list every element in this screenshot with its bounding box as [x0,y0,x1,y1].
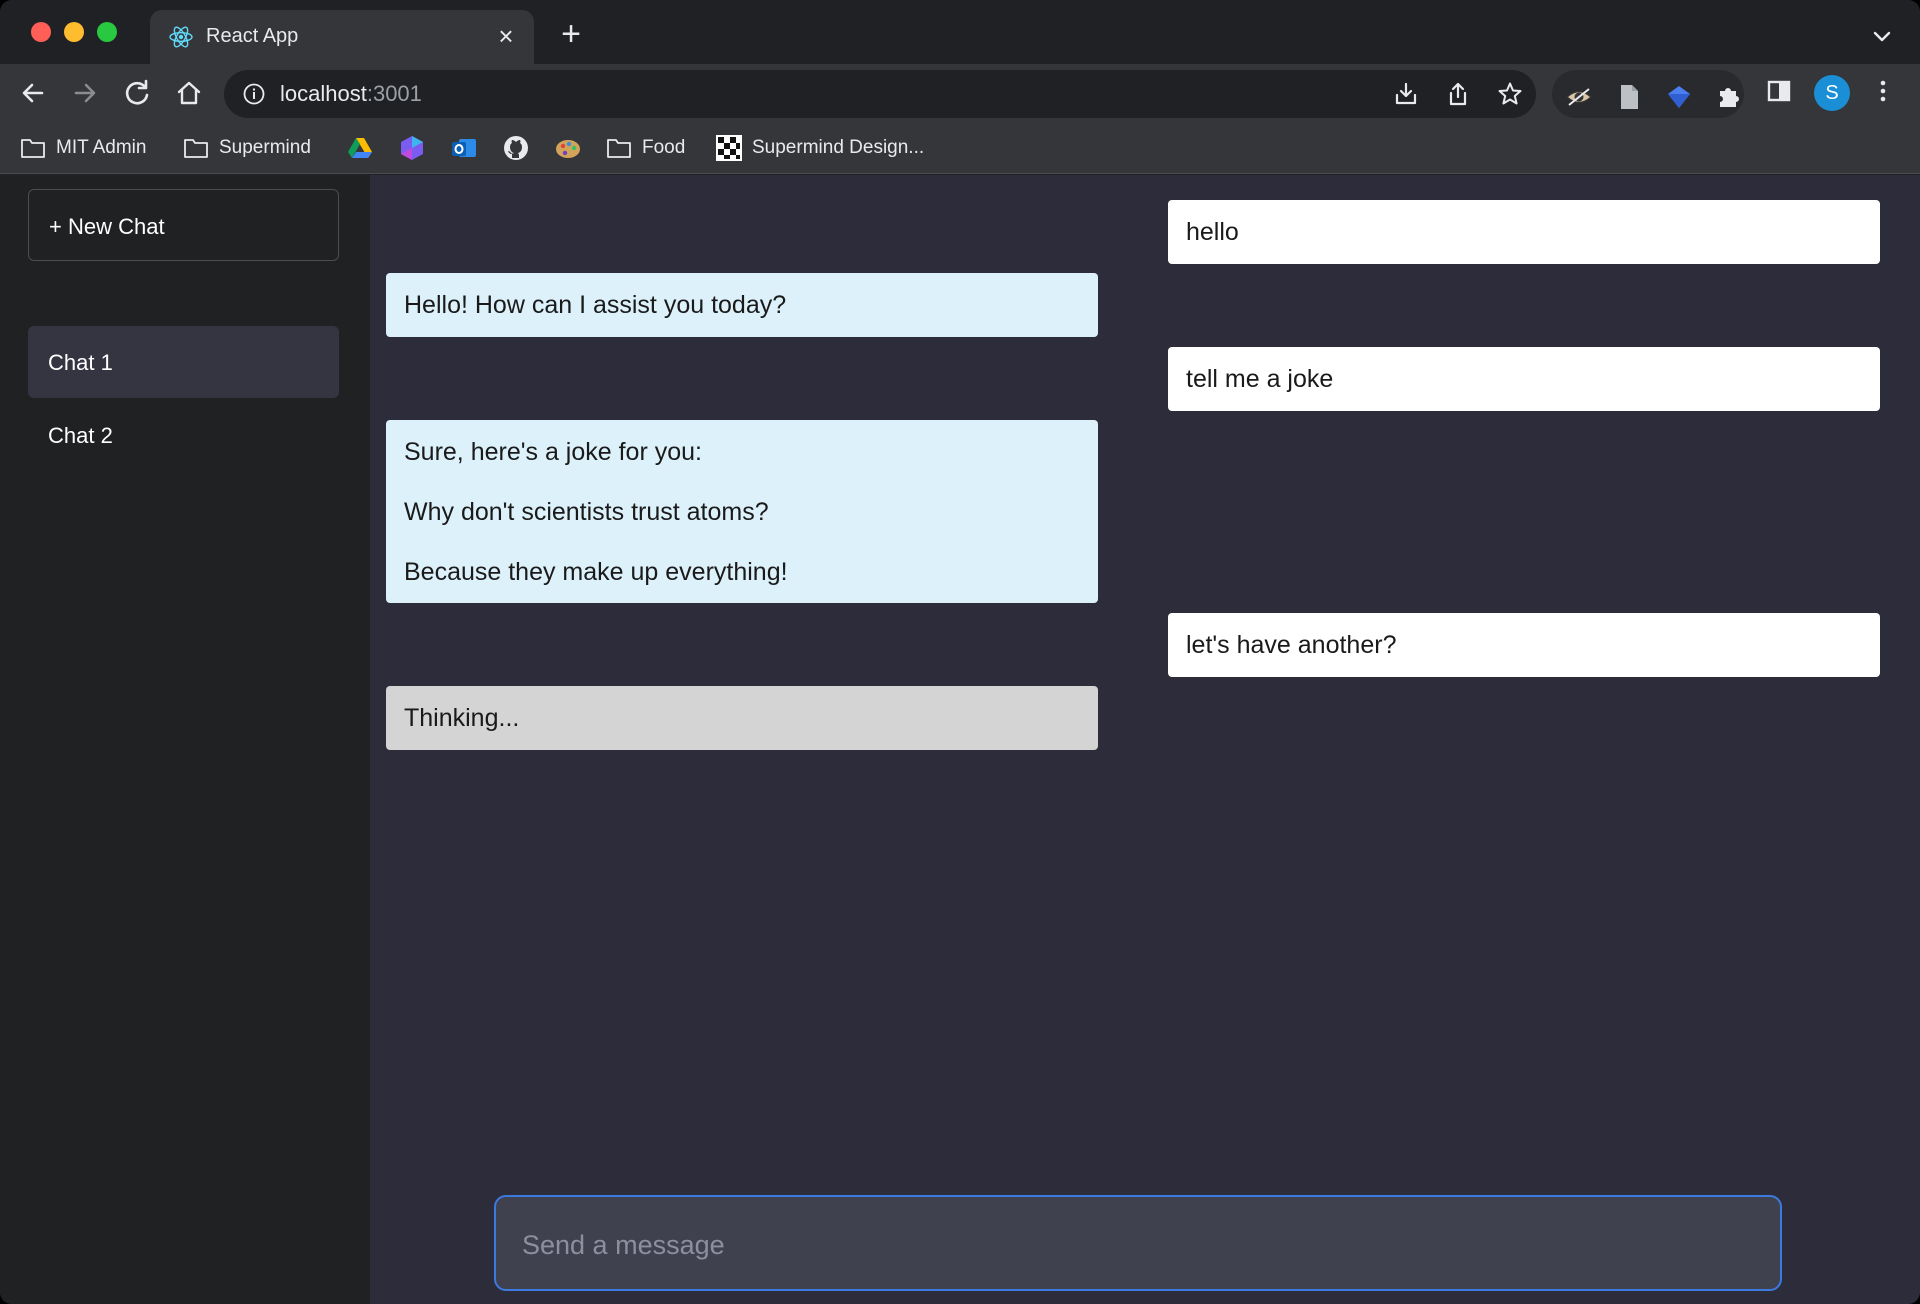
more-menu-icon[interactable] [1868,76,1898,106]
hexagon-app-icon[interactable] [398,134,426,162]
install-app-icon[interactable] [1392,80,1420,108]
url-text: localhost:3001 [280,81,422,106]
folder-icon [607,139,631,158]
chevron-down-icon[interactable] [1868,22,1896,50]
sidebar-item-chat-1[interactable]: Chat 1 [28,326,339,398]
bookmark-food[interactable]: Food [606,132,685,164]
message-text: Because they make up everything! [404,558,788,586]
message-text: Thinking... [404,704,520,732]
google-drive-icon[interactable] [346,134,374,162]
github-icon[interactable] [502,134,530,162]
bookmarks-bar: MIT Admin Supermind Food Supermind Desig… [0,122,1920,174]
browser-window: React App × + localhost:3001 S MIT Admin… [0,0,1920,1304]
chat-app: + New Chat Chat 1 Chat 2 hello Hello! Ho… [0,175,1920,1304]
message-text: tell me a joke [1186,365,1334,393]
back-arrow-icon[interactable] [16,76,50,110]
chat-main: hello Hello! How can I assist you today?… [370,175,1920,1304]
address-bar[interactable]: localhost:3001 [224,70,1536,118]
bookmark-supermind-design[interactable]: Supermind Design... [716,132,924,164]
site-info-icon[interactable] [242,82,266,106]
message-text: Why don't scientists trust atoms? [404,498,769,526]
reload-icon[interactable] [120,76,154,110]
message-text: Hello! How can I assist you today? [404,291,787,319]
thinking-indicator: Thinking... [386,686,1098,750]
tab-title: React App [206,25,299,47]
palette-icon[interactable] [554,134,582,162]
message-input[interactable] [522,1225,1752,1265]
document-extension-icon[interactable] [1614,82,1644,112]
browser-toolbar: localhost:3001 S [0,64,1920,122]
profile-avatar[interactable]: S [1814,75,1850,111]
message-text: let's have another? [1186,631,1397,659]
message-composer [494,1195,1782,1291]
bookmark-star-icon[interactable] [1496,80,1524,108]
bookmark-mit-admin[interactable]: MIT Admin [20,132,146,164]
diamond-extension-icon[interactable] [1664,82,1694,112]
folder-icon [21,139,45,158]
share-icon[interactable] [1444,80,1472,108]
new-tab-button[interactable]: + [554,17,588,52]
sidebar-item-chat-2[interactable]: Chat 2 [28,399,339,471]
message-text: Sure, here's a joke for you: [404,438,702,466]
forward-arrow-icon[interactable] [68,76,102,110]
user-message: tell me a joke [1168,347,1880,411]
puzzle-extensions-icon[interactable] [1714,82,1744,112]
close-window-button[interactable] [31,22,51,42]
user-message: let's have another? [1168,613,1880,677]
grid-logo-icon [716,135,742,161]
maximize-window-button[interactable] [97,22,117,42]
folder-icon [184,139,208,158]
minimize-window-button[interactable] [64,22,84,42]
home-icon[interactable] [172,76,206,110]
react-logo-icon [169,26,193,48]
chat-sidebar: + New Chat Chat 1 Chat 2 [0,175,370,1304]
close-tab-icon[interactable]: × [492,22,520,50]
assistant-message: Sure, here's a joke for you: Why don't s… [386,420,1098,603]
side-panel-icon[interactable] [1764,76,1794,106]
bookmark-label: MIT Admin [56,137,147,158]
new-chat-button[interactable]: + New Chat [28,189,339,261]
outlook-icon[interactable] [450,134,478,162]
message-text: hello [1186,218,1239,246]
extensions-group [1552,70,1744,118]
tab-strip: React App × + [0,0,1920,64]
assistant-message: Hello! How can I assist you today? [386,273,1098,337]
tab-react-app[interactable]: React App × [150,10,534,64]
bookmark-label: Supermind [219,137,311,158]
eye-extension-icon[interactable] [1564,82,1594,112]
bookmark-label: Supermind Design... [752,137,925,158]
user-message: hello [1168,200,1880,264]
bookmark-label: Food [642,137,686,158]
bookmark-supermind[interactable]: Supermind [183,132,311,164]
